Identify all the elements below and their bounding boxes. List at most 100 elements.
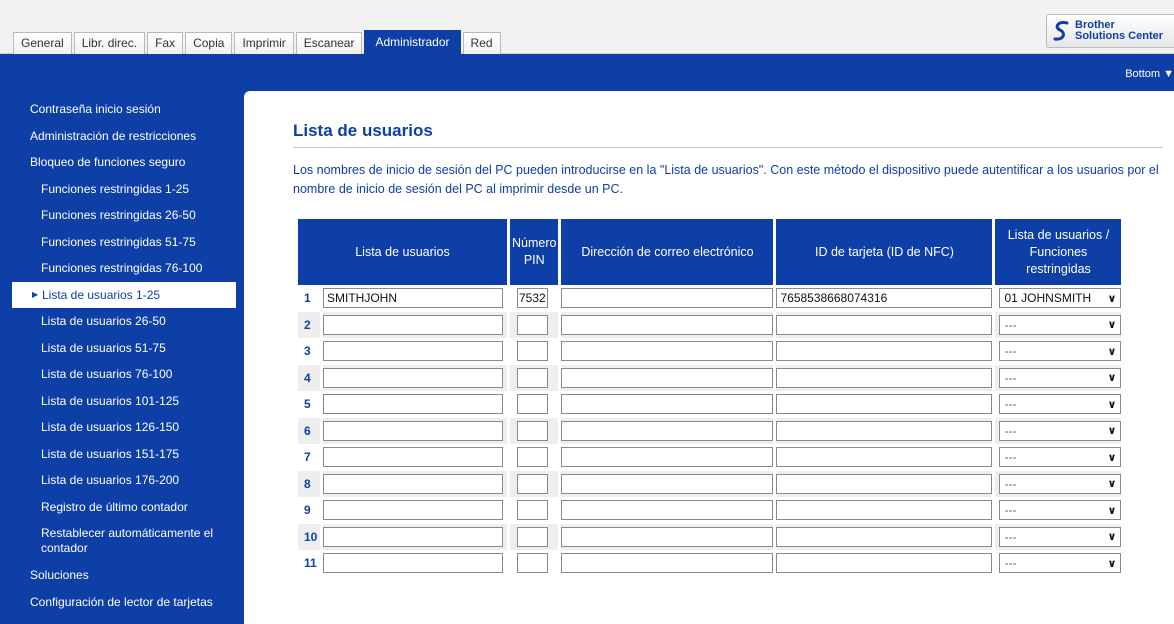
tab-administrator[interactable]: Administrador — [364, 30, 461, 54]
top-header: General Libr. direc. Fax Copia Imprimir … — [0, 0, 1174, 54]
sidebar-item-solutions[interactable]: Soluciones — [0, 562, 236, 589]
sidebar-nav: Contraseña inicio sesión Administración … — [0, 96, 236, 615]
pin-input[interactable] — [517, 473, 548, 494]
tab-general[interactable]: General — [13, 32, 72, 54]
sidebar-item-user-list-101-125[interactable]: Lista de usuarios 101-125 — [0, 388, 236, 415]
tab-copy[interactable]: Copia — [185, 32, 233, 54]
function-select[interactable]: --- ∨ — [999, 473, 1122, 494]
row-number: 8 — [298, 470, 320, 497]
function-select[interactable]: --- ∨ — [999, 553, 1122, 574]
pin-input[interactable] — [517, 500, 548, 521]
function-select[interactable]: --- ∨ — [999, 447, 1122, 468]
card-id-input[interactable] — [776, 314, 993, 335]
user-name-input[interactable] — [323, 447, 503, 468]
sidebar-item-last-counter-record[interactable]: Registro de último contador — [0, 494, 236, 521]
card-id-input[interactable] — [776, 500, 993, 521]
user-name-input[interactable]: SMITHJOHN — [323, 288, 503, 309]
tab-network[interactable]: Red — [462, 32, 501, 54]
function-select[interactable]: --- ∨ — [999, 500, 1122, 521]
sidebar-item-auto-reset-counter[interactable]: Restablecer automáticamente el contador — [0, 520, 236, 562]
card-id-input[interactable] — [776, 341, 993, 362]
function-select-value: --- — [1004, 397, 1017, 412]
chevron-down-icon: ∨ — [1107, 531, 1117, 544]
function-select[interactable]: --- ∨ — [999, 341, 1122, 362]
active-arrow-icon: ▶ — [32, 289, 39, 299]
email-input[interactable] — [561, 314, 774, 335]
card-id-input[interactable]: 7658538668074316 — [776, 288, 993, 309]
user-list-table: Lista de usuarios Número PIN Dirección d… — [295, 219, 1124, 577]
sidebar-item-restricted-functions-51-75[interactable]: Funciones restringidas 51-75 — [0, 229, 236, 256]
card-id-input[interactable] — [776, 553, 993, 574]
brother-solutions-center-button[interactable]: Brother Solutions Center — [1046, 14, 1174, 48]
card-id-input[interactable] — [776, 447, 993, 468]
content-panel: Lista de usuarios Los nombres de inicio … — [242, 89, 1174, 624]
email-input[interactable] — [561, 420, 774, 441]
pin-input[interactable]: 7532 — [517, 288, 548, 309]
email-input[interactable] — [561, 341, 774, 362]
sidebar-item-restriction-management[interactable]: Administración de restricciones — [0, 123, 236, 150]
row-number: 3 — [304, 344, 311, 359]
user-name-input[interactable] — [323, 314, 503, 335]
function-select[interactable]: 01 JOHNSMITH ∨ — [999, 288, 1122, 309]
sidebar-item-user-list-151-175[interactable]: Lista de usuarios 151-175 — [0, 441, 236, 468]
pin-input[interactable] — [517, 447, 548, 468]
tab-print[interactable]: Imprimir — [234, 32, 294, 54]
card-id-input[interactable] — [776, 394, 993, 415]
sidebar-item-user-list-1-25[interactable]: ▶ Lista de usuarios 1-25 — [12, 281, 236, 308]
function-select-value: --- — [1004, 556, 1017, 571]
user-name-input[interactable] — [323, 473, 503, 494]
function-select-value: --- — [1004, 476, 1017, 491]
email-input[interactable] — [561, 288, 774, 309]
user-name-input[interactable] — [323, 526, 503, 547]
email-input[interactable] — [561, 394, 774, 415]
sidebar-item-secure-function-lock[interactable]: Bloqueo de funciones seguro — [0, 149, 236, 176]
pin-input[interactable] — [517, 420, 548, 441]
sidebar-item-user-list-76-100[interactable]: Lista de usuarios 76-100 — [0, 361, 236, 388]
pin-input[interactable] — [517, 367, 548, 388]
sidebar-item-user-list-126-150[interactable]: Lista de usuarios 126-150 — [0, 414, 236, 441]
email-input[interactable] — [561, 526, 774, 547]
tab-address-book[interactable]: Libr. direc. — [73, 32, 146, 54]
user-name-input[interactable] — [323, 341, 503, 362]
sidebar-item-restricted-functions-26-50[interactable]: Funciones restringidas 26-50 — [0, 202, 236, 229]
function-select[interactable]: --- ∨ — [999, 394, 1122, 415]
email-input[interactable] — [561, 473, 774, 494]
row-number: 6 — [298, 417, 320, 444]
card-id-input[interactable] — [776, 473, 993, 494]
card-id-input[interactable] — [776, 526, 993, 547]
user-name-input[interactable] — [323, 420, 503, 441]
card-id-input[interactable] — [776, 420, 993, 441]
sidebar-item-restricted-functions-1-25[interactable]: Funciones restringidas 1-25 — [0, 176, 236, 203]
function-select[interactable]: --- ∨ — [999, 367, 1122, 388]
email-input[interactable] — [561, 367, 774, 388]
page-title: Lista de usuarios — [293, 121, 1163, 148]
email-input[interactable] — [561, 447, 774, 468]
sidebar-item-login-password[interactable]: Contraseña inicio sesión — [0, 96, 236, 123]
user-name-input[interactable] — [323, 553, 503, 574]
sidebar-item-card-reader-settings[interactable]: Configuración de lector de tarjetas — [0, 589, 236, 616]
email-input[interactable] — [561, 500, 774, 521]
pin-input[interactable] — [517, 553, 548, 574]
sidebar-item-user-list-26-50[interactable]: Lista de usuarios 26-50 — [0, 308, 236, 335]
row-number: 1 — [304, 291, 311, 306]
pin-input[interactable] — [517, 394, 548, 415]
function-select[interactable]: --- ∨ — [999, 526, 1122, 547]
user-name-input[interactable] — [323, 394, 503, 415]
sidebar-item-user-list-51-75[interactable]: Lista de usuarios 51-75 — [0, 335, 236, 362]
pin-input[interactable] — [517, 314, 548, 335]
brand-label: Brother Solutions Center — [1075, 20, 1163, 42]
pin-input[interactable] — [517, 341, 548, 362]
pin-input[interactable] — [517, 526, 548, 547]
user-name-input[interactable] — [323, 500, 503, 521]
tab-scan[interactable]: Escanear — [295, 32, 363, 54]
sidebar-item-restricted-functions-76-100[interactable]: Funciones restringidas 76-100 — [0, 255, 236, 282]
tab-fax[interactable]: Fax — [147, 32, 184, 54]
sidebar-item-user-list-176-200[interactable]: Lista de usuarios 176-200 — [0, 467, 236, 494]
table-row: 7 --- ∨ — [298, 444, 1122, 471]
user-name-input[interactable] — [323, 367, 503, 388]
email-input[interactable] — [561, 553, 774, 574]
function-select[interactable]: --- ∨ — [999, 314, 1122, 335]
function-select[interactable]: --- ∨ — [999, 420, 1122, 441]
card-id-input[interactable] — [776, 367, 993, 388]
bottom-link[interactable]: Bottom ▼ — [1125, 68, 1174, 80]
